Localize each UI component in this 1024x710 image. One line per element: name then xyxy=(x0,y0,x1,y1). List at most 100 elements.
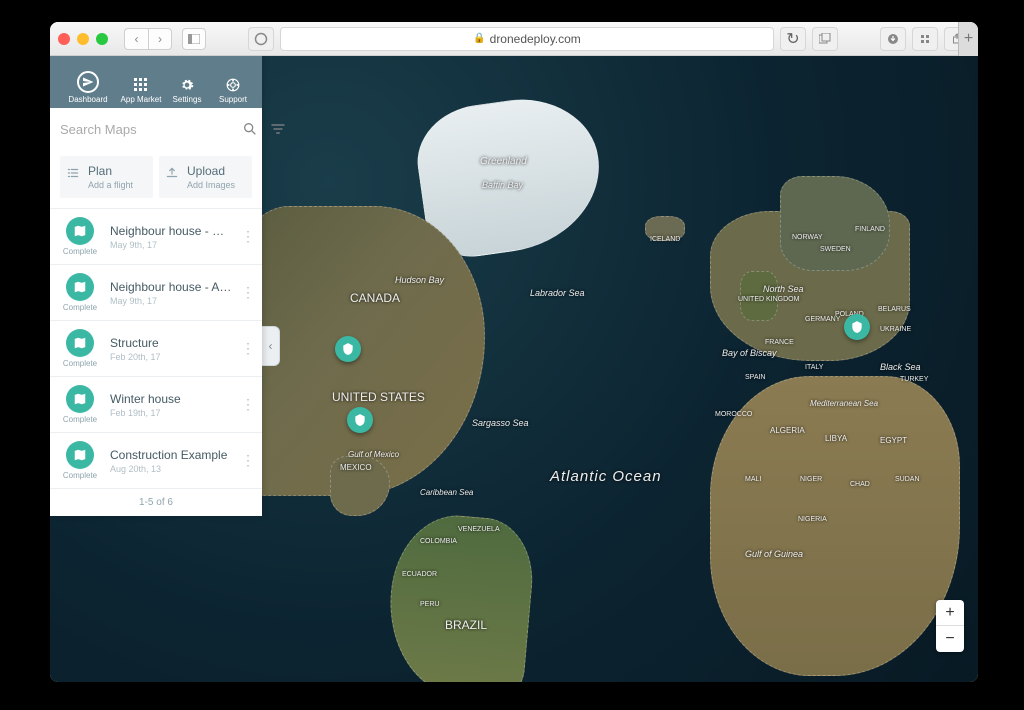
minimize-window-button[interactable] xyxy=(77,33,89,45)
filter-icon[interactable] xyxy=(270,121,286,137)
sidebar-panel: Dashboard App Market Settings Support xyxy=(50,56,262,516)
sidebar-toggle-button[interactable] xyxy=(182,28,206,50)
more-menu-button[interactable]: ⋮ xyxy=(240,228,256,245)
gear-icon xyxy=(179,77,195,93)
map-badge-icon xyxy=(66,385,94,413)
label-caribbean: Caribbean Sea xyxy=(420,488,473,497)
label-black: Black Sea xyxy=(880,362,921,372)
item-date: Feb 20th, 17 xyxy=(110,352,232,362)
toolbar-right xyxy=(880,27,970,51)
search-row xyxy=(50,108,262,150)
action-row: Plan Add a flight Upload Add Images xyxy=(50,150,262,208)
more-menu-button[interactable]: ⋮ xyxy=(240,396,256,413)
item-title: Construction Example xyxy=(110,448,232,462)
land-iceland xyxy=(645,216,685,241)
support-icon xyxy=(225,77,241,93)
map-badge-icon xyxy=(66,441,94,469)
zoom-out-button[interactable]: − xyxy=(936,626,964,652)
dashboard-nav[interactable]: Dashboard xyxy=(58,71,118,104)
reader-button[interactable] xyxy=(248,27,274,51)
zoom-in-button[interactable]: + xyxy=(936,600,964,626)
maximize-window-button[interactable] xyxy=(96,33,108,45)
address-bar[interactable]: 🔒 dronedeploy.com xyxy=(280,27,774,51)
item-title: Neighbour house - Ma… xyxy=(110,224,232,238)
close-window-button[interactable] xyxy=(58,33,70,45)
search-input[interactable] xyxy=(60,122,236,137)
item-status: Complete xyxy=(63,247,97,256)
downloads-button[interactable] xyxy=(880,27,906,51)
item-title: Structure xyxy=(110,336,232,350)
nav-settings[interactable]: Settings xyxy=(166,77,208,104)
map-marker[interactable] xyxy=(844,314,870,340)
more-menu-button[interactable]: ⋮ xyxy=(240,452,256,469)
item-status: Complete xyxy=(63,471,97,480)
map-marker[interactable] xyxy=(347,407,373,433)
item-status: Complete xyxy=(63,415,97,424)
land-uk xyxy=(740,271,778,321)
reload-button[interactable]: ↻ xyxy=(780,27,806,51)
more-menu-button[interactable]: ⋮ xyxy=(240,284,256,301)
panel-header: Dashboard App Market Settings Support xyxy=(50,56,262,108)
nav-app-market[interactable]: App Market xyxy=(120,77,162,104)
new-tab-button[interactable]: + xyxy=(958,22,978,56)
grid-icon xyxy=(133,77,149,93)
upload-button[interactable]: Upload Add Images xyxy=(159,156,252,198)
plan-button[interactable]: Plan Add a flight xyxy=(60,156,153,198)
list-item[interactable]: Complete Winter house Feb 19th, 17 ⋮ xyxy=(50,377,262,433)
address-bar-wrap: 🔒 dronedeploy.com ↻ xyxy=(280,27,838,51)
history-nav: ‹ › xyxy=(124,28,172,50)
plan-title: Plan xyxy=(88,164,133,178)
nav-support[interactable]: Support xyxy=(212,77,254,104)
plan-subtitle: Add a flight xyxy=(88,180,133,190)
map-badge-icon xyxy=(66,329,94,357)
land-mexico xyxy=(330,456,390,516)
label-spain: SPAIN xyxy=(745,374,766,381)
map-badge-icon xyxy=(66,217,94,245)
pagination-text: 1-5 of 6 xyxy=(50,489,262,516)
list-item[interactable]: Complete Structure Feb 20th, 17 ⋮ xyxy=(50,321,262,377)
label-italy: ITALY xyxy=(805,364,823,371)
lock-icon: 🔒 xyxy=(473,33,485,44)
map-marker[interactable] xyxy=(335,336,361,362)
nav-label: App Market xyxy=(121,95,162,104)
upload-subtitle: Add Images xyxy=(187,180,235,190)
land-south-america xyxy=(382,510,537,682)
label-atlantic: Atlantic Ocean xyxy=(550,468,662,485)
top-sites-button[interactable] xyxy=(912,27,938,51)
zoom-controls: + − xyxy=(936,600,964,652)
collapse-panel-button[interactable]: ‹ xyxy=(262,326,280,366)
url-text: dronedeploy.com xyxy=(490,32,581,46)
forward-button[interactable]: › xyxy=(148,28,172,50)
more-menu-button[interactable]: ⋮ xyxy=(240,340,256,357)
item-title: Winter house xyxy=(110,392,232,406)
upload-title: Upload xyxy=(187,164,235,178)
search-icon[interactable] xyxy=(242,121,258,137)
upload-icon xyxy=(165,166,179,185)
item-title: Neighbour house - Apr… xyxy=(110,280,232,294)
tabs-button[interactable] xyxy=(812,27,838,51)
item-status: Complete xyxy=(63,303,97,312)
item-date: Feb 19th, 17 xyxy=(110,408,232,418)
land-africa xyxy=(710,376,960,676)
dashboard-label: Dashboard xyxy=(68,95,107,104)
nav-label: Support xyxy=(219,95,247,104)
dashboard-icon xyxy=(77,71,99,93)
list-item[interactable]: Complete Neighbour house - Apr… May 9th, … xyxy=(50,265,262,321)
list-item[interactable]: Complete Construction Example Aug 20th, 1… xyxy=(50,433,262,489)
window-controls xyxy=(58,33,108,45)
map-badge-icon xyxy=(66,273,94,301)
browser-window: ‹ › 🔒 dronedeploy.com ↻ xyxy=(50,22,978,682)
item-date: May 9th, 17 xyxy=(110,296,232,306)
browser-titlebar: ‹ › 🔒 dronedeploy.com ↻ xyxy=(50,22,978,56)
label-labrador: Labrador Sea xyxy=(530,288,585,298)
list-item[interactable]: Complete Neighbour house - Ma… May 9th, 1… xyxy=(50,209,262,265)
item-status: Complete xyxy=(63,359,97,368)
maps-list: Complete Neighbour house - Ma… May 9th, 1… xyxy=(50,208,262,489)
item-date: May 9th, 17 xyxy=(110,240,232,250)
label-sargasso: Sargasso Sea xyxy=(472,418,529,428)
item-date: Aug 20th, 13 xyxy=(110,464,232,474)
land-scandinavia xyxy=(780,176,890,271)
app-content: CANADA UNITED STATES BRAZIL MEXICO Atlan… xyxy=(50,56,978,682)
back-button[interactable]: ‹ xyxy=(124,28,148,50)
nav-label: Settings xyxy=(173,95,202,104)
